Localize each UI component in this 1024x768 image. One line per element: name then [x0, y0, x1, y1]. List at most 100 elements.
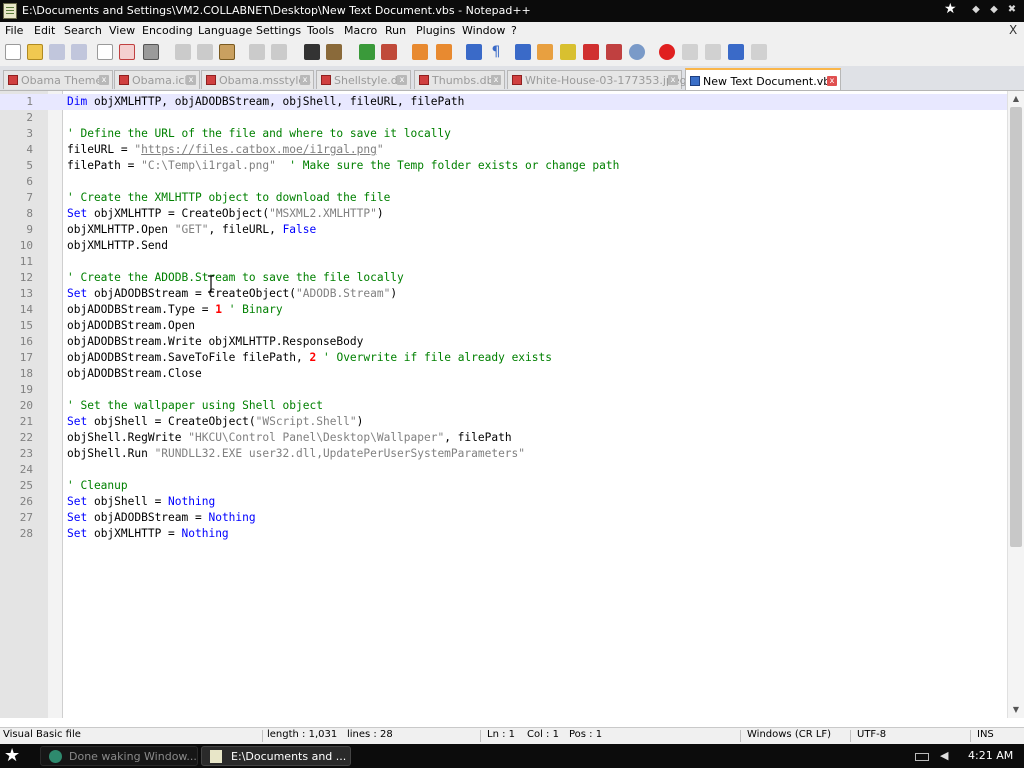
code-line[interactable]: 18 objADODBStream.Close	[0, 366, 1007, 382]
monitor-icon[interactable]	[606, 44, 622, 60]
tab-close-icon[interactable]: x	[491, 75, 501, 85]
tab-close-icon[interactable]: x	[397, 75, 407, 85]
code-line[interactable]: 23 objShell.Run "RUNDLL32.EXE user32.dll,…	[0, 446, 1007, 462]
sync-v-icon[interactable]	[412, 44, 428, 60]
menu-plugins[interactable]: Plugins	[416, 24, 455, 37]
menu-run[interactable]: Run	[385, 24, 406, 37]
save-icon[interactable]	[49, 44, 65, 60]
code-line[interactable]: 20 ' Set the wallpaper using Shell object	[0, 398, 1007, 414]
code-line[interactable]: 25 ' Cleanup	[0, 478, 1007, 494]
code-text[interactable]: filePath = "C:\Temp\i1rgal.png" ' Make s…	[67, 158, 619, 174]
zoom-in-icon[interactable]	[359, 44, 375, 60]
tab-obama-icl[interactable]: Obama.icl x	[114, 70, 200, 89]
code-line[interactable]: 13 Set objADODBStream = CreateObject("ADO…	[0, 286, 1007, 302]
minimize-button[interactable]: ◆	[968, 3, 984, 17]
close-icon[interactable]	[97, 44, 113, 60]
code-text[interactable]: ' Define the URL of the file and where t…	[67, 126, 451, 142]
tab-close-icon[interactable]: x	[186, 75, 196, 85]
scroll-up-icon[interactable]: ▲	[1011, 94, 1021, 104]
print-icon[interactable]	[143, 44, 159, 60]
code-line[interactable]: 26 Set objShell = Nothing	[0, 494, 1007, 510]
tab-obama-theme[interactable]: Obama Theme x	[3, 70, 113, 89]
code-line[interactable]: 19	[0, 382, 1007, 398]
menu-view[interactable]: View	[109, 24, 135, 37]
tab-shellstyle-dll[interactable]: Shellstyle.dll x	[316, 70, 411, 89]
save-macro-icon[interactable]	[751, 44, 767, 60]
code-text[interactable]: ' Cleanup	[67, 478, 128, 494]
code-text[interactable]: objXMLHTTP.Send	[67, 238, 168, 254]
code-line[interactable]: 7 ' Create the XMLHTTP object to download…	[0, 190, 1007, 206]
menu-settings[interactable]: Settings	[256, 24, 301, 37]
code-text[interactable]: objShell.RegWrite "HKCU\Control Panel\De…	[67, 430, 512, 446]
status-eol[interactable]: Windows (CR LF)	[747, 729, 831, 740]
speaker-icon[interactable]: ◀	[940, 749, 948, 762]
code-text[interactable]: ' Create the ADODB.Stream to save the fi…	[67, 270, 404, 286]
tab-obama-msstyles[interactable]: Obama.msstyles x	[201, 70, 314, 89]
redo-icon[interactable]	[271, 44, 287, 60]
folder-workspace-icon[interactable]	[583, 44, 599, 60]
play-macro-icon[interactable]	[705, 44, 721, 60]
code-line[interactable]: 15 objADODBStream.Open	[0, 318, 1007, 334]
code-line[interactable]: 8 Set objXMLHTTP = CreateObject("MSXML2.X…	[0, 206, 1007, 222]
code-line[interactable]: 3 ' Define the URL of the file and where …	[0, 126, 1007, 142]
code-text[interactable]: objADODBStream.Close	[67, 366, 202, 382]
code-text[interactable]: Set objADODBStream = CreateObject("ADODB…	[67, 286, 397, 302]
wrap-icon[interactable]	[466, 44, 482, 60]
code-text[interactable]: objXMLHTTP.Open "GET", fileURL, False	[67, 222, 316, 238]
taskbar-item-notepadpp[interactable]: E:\Documents and ...	[201, 746, 351, 766]
code-text[interactable]: Set objShell = CreateObject("WScript.She…	[67, 414, 363, 430]
code-line[interactable]: 24	[0, 462, 1007, 478]
code-line[interactable]: 10 objXMLHTTP.Send	[0, 238, 1007, 254]
menu-search[interactable]: Search	[64, 24, 102, 37]
indent-guide-icon[interactable]	[515, 44, 531, 60]
editor-area[interactable]: 1 Dim objXMLHTTP, objADODBStream, objShel…	[0, 91, 1024, 718]
code-text[interactable]: Set objADODBStream = Nothing	[67, 510, 256, 526]
paste-icon[interactable]	[219, 44, 235, 60]
open-icon[interactable]	[27, 44, 43, 60]
menu-edit[interactable]: Edit	[34, 24, 55, 37]
sync-h-icon[interactable]	[436, 44, 452, 60]
code-text[interactable]: Set objShell = Nothing	[67, 494, 215, 510]
clock[interactable]: 4:21 AM	[968, 749, 1013, 762]
code-line[interactable]: 4 fileURL = "https://files.catbox.moe/i1r…	[0, 142, 1007, 158]
keyboard-icon[interactable]	[915, 753, 929, 761]
function-list-icon[interactable]	[560, 44, 576, 60]
code-line[interactable]: 1 Dim objXMLHTTP, objADODBStream, objShel…	[0, 94, 1007, 110]
eye-icon[interactable]	[629, 44, 645, 60]
code-text[interactable]: Dim objXMLHTTP, objADODBStream, objShell…	[67, 94, 464, 110]
tab-close-icon[interactable]: x	[99, 75, 109, 85]
status-insert-mode[interactable]: INS	[977, 729, 994, 740]
code-text[interactable]: objShell.Run "RUNDLL32.EXE user32.dll,Up…	[67, 446, 525, 462]
tab-close-icon[interactable]: x	[668, 75, 678, 85]
menu-file[interactable]: File	[5, 24, 23, 37]
restore-button[interactable]: ◆	[986, 3, 1002, 17]
code-line[interactable]: 17 objADODBStream.SaveToFile filePath, 2 …	[0, 350, 1007, 366]
code-line[interactable]: 11	[0, 254, 1007, 270]
code-text[interactable]: objADODBStream.Write objXMLHTTP.Response…	[67, 334, 363, 350]
menu-help[interactable]: ?	[511, 24, 517, 37]
start-button[interactable]: ★	[4, 745, 20, 766]
save-all-icon[interactable]	[71, 44, 87, 60]
code-line[interactable]: 27 Set objADODBStream = Nothing	[0, 510, 1007, 526]
code-text[interactable]: objADODBStream.Type = 1 ' Binary	[67, 302, 283, 318]
notepadpp-icon[interactable]	[3, 3, 17, 19]
menu-language[interactable]: Language	[198, 24, 252, 37]
tab-new-text-document[interactable]: New Text Document.vbs x	[685, 68, 841, 90]
tab-thumbs-db[interactable]: Thumbs.db x	[414, 70, 505, 89]
menu-tools[interactable]: Tools	[307, 24, 334, 37]
code-line[interactable]: 5 filePath = "C:\Temp\i1rgal.png" ' Make …	[0, 158, 1007, 174]
code-line[interactable]: 12 ' Create the ADODB.Stream to save the …	[0, 270, 1007, 286]
tab-close-icon[interactable]: x	[827, 76, 837, 86]
new-file-icon[interactable]	[5, 44, 21, 60]
scroll-down-icon[interactable]: ▼	[1011, 705, 1021, 715]
replace-icon[interactable]	[326, 44, 342, 60]
code-text[interactable]: Set objXMLHTTP = Nothing	[67, 526, 229, 542]
code-line[interactable]: 2	[0, 110, 1007, 126]
status-encoding[interactable]: UTF-8	[857, 729, 886, 740]
code-line[interactable]: 22 objShell.RegWrite "HKCU\Control Panel\…	[0, 430, 1007, 446]
code-line[interactable]: 14 objADODBStream.Type = 1 ' Binary	[0, 302, 1007, 318]
code-line[interactable]: 9 objXMLHTTP.Open "GET", fileURL, False	[0, 222, 1007, 238]
stop-macro-icon[interactable]	[682, 44, 698, 60]
close-document-button[interactable]: X	[1009, 23, 1017, 37]
code-text[interactable]: fileURL = "https://files.catbox.moe/i1rg…	[67, 142, 384, 158]
